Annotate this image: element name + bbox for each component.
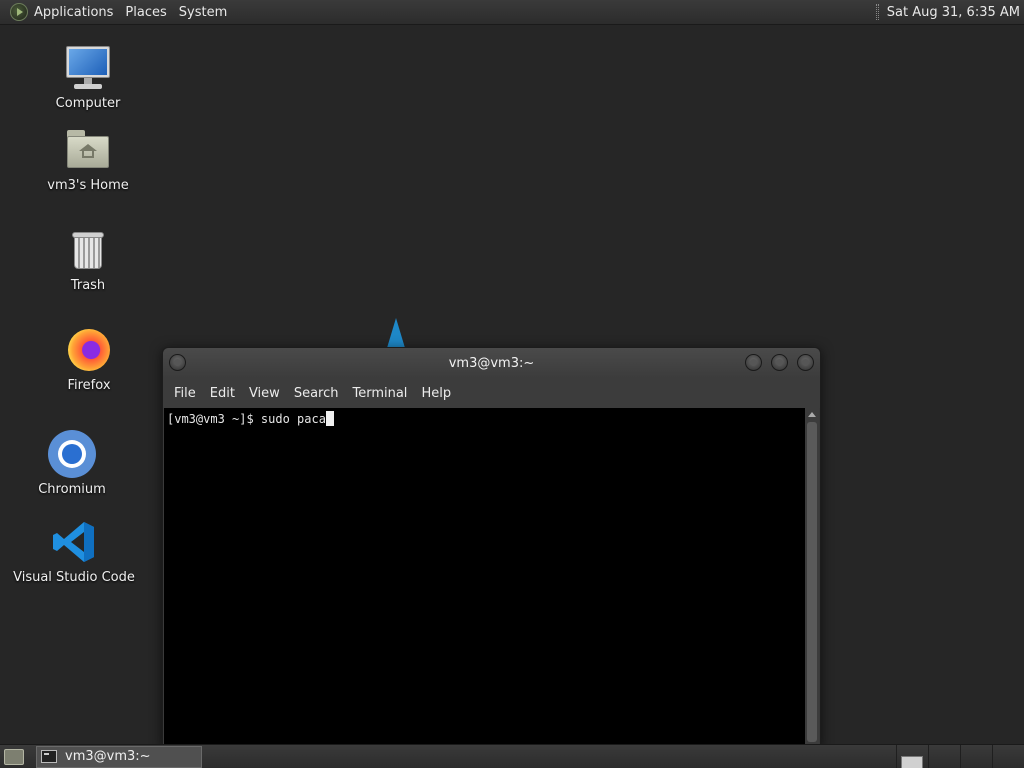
bottom-panel: vm3@vm3:~ [0,744,1024,768]
desktop: Applications Places System Sat Aug 31, 6… [0,0,1024,768]
desktop-icon-label: Visual Studio Code [13,570,135,585]
home-folder-icon [64,126,112,174]
top-panel-tray: Sat Aug 31, 6:35 AM [875,0,1024,25]
places-menu-label: Places [125,4,167,20]
workspace-4[interactable] [992,744,1024,768]
mate-logo-icon [10,3,28,21]
scroll-up-arrow-icon[interactable] [808,412,816,417]
terminal-title: vm3@vm3:~ [448,355,535,371]
taskbar-item-label: vm3@vm3:~ [65,749,151,764]
desktop-icon-label: Computer [55,96,121,111]
show-desktop-icon[interactable] [4,748,24,765]
desktop-icon-computer[interactable]: Computer [18,44,158,111]
minimize-button[interactable] [745,354,762,371]
terminal-output[interactable]: [vm3@vm3 ~]$ sudo paca [164,408,807,746]
close-button[interactable] [797,354,814,371]
workspace-1[interactable] [896,744,928,768]
applications-menu-label: Applications [34,4,114,20]
menu-file[interactable]: File [167,386,203,401]
applications-menu[interactable]: Applications [0,0,119,25]
desktop-icon-chromium[interactable]: Chromium [2,430,142,497]
workspace-2[interactable] [928,744,960,768]
trash-icon [64,226,112,274]
places-menu[interactable]: Places [119,0,172,25]
menu-help[interactable]: Help [414,386,458,401]
menu-terminal[interactable]: Terminal [345,386,414,401]
vscode-icon [50,518,98,566]
terminal-titlebar[interactable]: vm3@vm3:~ [163,348,820,378]
terminal-icon [41,750,57,763]
desktop-icon-label: vm3's Home [47,178,129,193]
scrollbar-thumb[interactable] [807,422,817,742]
terminal-command-line: [vm3@vm3 ~]$ sudo paca [167,411,334,427]
top-panel: Applications Places System Sat Aug 31, 6… [0,0,1024,25]
maximize-button[interactable] [771,354,788,371]
desktop-icon-firefox[interactable]: Firefox [19,326,159,393]
desktop-icon-label: Trash [70,278,106,293]
panel-handle[interactable] [875,4,879,20]
taskbar-item-terminal[interactable]: vm3@vm3:~ [36,745,202,768]
desktop-icon-home[interactable]: vm3's Home [18,126,158,193]
text-cursor [325,411,334,426]
window-menu-button[interactable] [169,354,186,371]
desktop-icon-vscode[interactable]: Visual Studio Code [4,518,144,585]
terminal-input[interactable]: sudo paca [261,412,326,426]
chromium-icon [48,430,96,478]
desktop-icon-label: Firefox [67,378,111,393]
terminal-prompt: [vm3@vm3 ~]$ [167,412,261,426]
desktop-icon-label: Chromium [38,482,106,497]
menu-search[interactable]: Search [287,386,346,401]
system-menu-label: System [178,4,228,20]
computer-icon [64,44,112,92]
workspace-3[interactable] [960,744,992,768]
firefox-icon [65,326,113,374]
terminal-window[interactable]: vm3@vm3:~ File Edit View Search Terminal… [162,347,821,747]
wallpaper-logo [387,318,405,348]
clock[interactable]: Sat Aug 31, 6:35 AM [887,5,1024,20]
terminal-menubar: File Edit View Search Terminal Help [163,378,820,408]
menu-edit[interactable]: Edit [203,386,242,401]
menu-view[interactable]: View [242,386,287,401]
terminal-scrollbar[interactable] [805,408,819,746]
workspace-switcher [896,744,1024,768]
desktop-icon-trash[interactable]: Trash [18,226,158,293]
system-menu[interactable]: System [173,0,233,25]
